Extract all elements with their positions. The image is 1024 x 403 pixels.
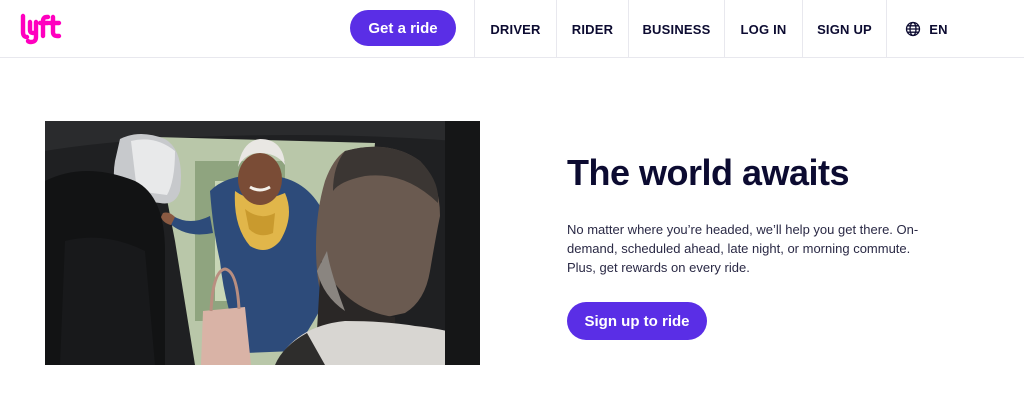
language-label: EN bbox=[929, 21, 948, 37]
nav-signup[interactable]: SIGN UP bbox=[802, 0, 886, 58]
lyft-logo-icon[interactable] bbox=[18, 12, 64, 46]
get-a-ride-button[interactable]: Get a ride bbox=[350, 10, 456, 46]
language-selector[interactable]: EN bbox=[886, 0, 966, 58]
site-header: Get a ride DRIVER RIDER BUSINESS LOG IN … bbox=[0, 0, 1024, 58]
hero-video bbox=[45, 121, 480, 365]
hero-description: No matter where you’re headed, we’ll hel… bbox=[567, 222, 919, 275]
nav-rider[interactable]: RIDER bbox=[556, 0, 628, 58]
hero-title: The world awaits bbox=[567, 152, 850, 193]
globe-icon bbox=[905, 21, 921, 37]
nav-login[interactable]: LOG IN bbox=[724, 0, 802, 58]
sign-up-to-ride-button[interactable]: Sign up to ride bbox=[567, 302, 707, 340]
nav-business[interactable]: BUSINESS bbox=[628, 0, 724, 58]
nav-driver[interactable]: DRIVER bbox=[474, 0, 556, 58]
